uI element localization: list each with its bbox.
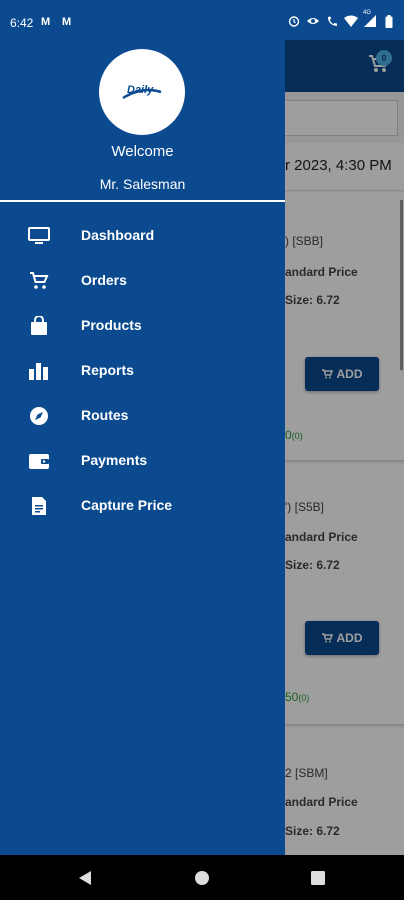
welcome-text: Welcome [111,143,174,160]
menu-item-dashboard[interactable]: Dashboard [0,213,285,258]
svg-text:Daily: Daily [127,84,154,96]
drawer-menu: Dashboard Orders Products Reports Routes [0,213,285,528]
cart-icon [28,270,50,292]
home-icon[interactable] [193,869,211,887]
menu-item-payments[interactable]: Payments [0,438,285,483]
status-time: 6:42 [10,16,34,30]
menu-item-label: Payments [81,452,148,468]
wifi-icon [344,14,358,28]
menu-item-label: Routes [81,407,129,423]
battery-icon [382,14,396,28]
document-icon [28,495,50,517]
system-nav-bar [0,855,404,900]
status-bar: 6:42 M M 4G [0,0,404,40]
menu-item-capture-price[interactable]: Capture Price [0,483,285,528]
menu-item-label: Products [81,317,142,333]
menu-item-orders[interactable]: Orders [0,258,285,303]
recents-icon[interactable] [309,869,327,887]
drawer-divider [0,200,285,202]
wifi-call-icon [325,14,339,28]
menu-item-products[interactable]: Products [0,303,285,348]
menu-item-label: Orders [81,272,127,288]
menu-item-reports[interactable]: Reports [0,348,285,393]
eye-icon [306,14,320,28]
wallet-icon [28,450,50,472]
menu-item-routes[interactable]: Routes [0,393,285,438]
menu-item-label: Capture Price [81,497,173,513]
alarm-icon [287,14,301,28]
user-name: Mr. Salesman [99,176,186,192]
menu-item-label: Dashboard [81,227,155,243]
gmail-icon: M [62,16,72,28]
signal-icon: 4G [363,10,377,28]
bar-chart-icon [28,360,50,382]
back-icon[interactable] [76,869,94,887]
gmail-icon: M [41,16,51,28]
bag-icon [28,315,50,337]
logo-icon: Daily [122,84,162,100]
navigation-drawer: Daily Welcome Mr. Salesman Dashboard Ord… [0,40,285,855]
menu-item-label: Reports [81,362,134,378]
company-logo: Daily [99,49,185,135]
compass-icon [28,405,50,427]
monitor-icon [28,225,50,247]
